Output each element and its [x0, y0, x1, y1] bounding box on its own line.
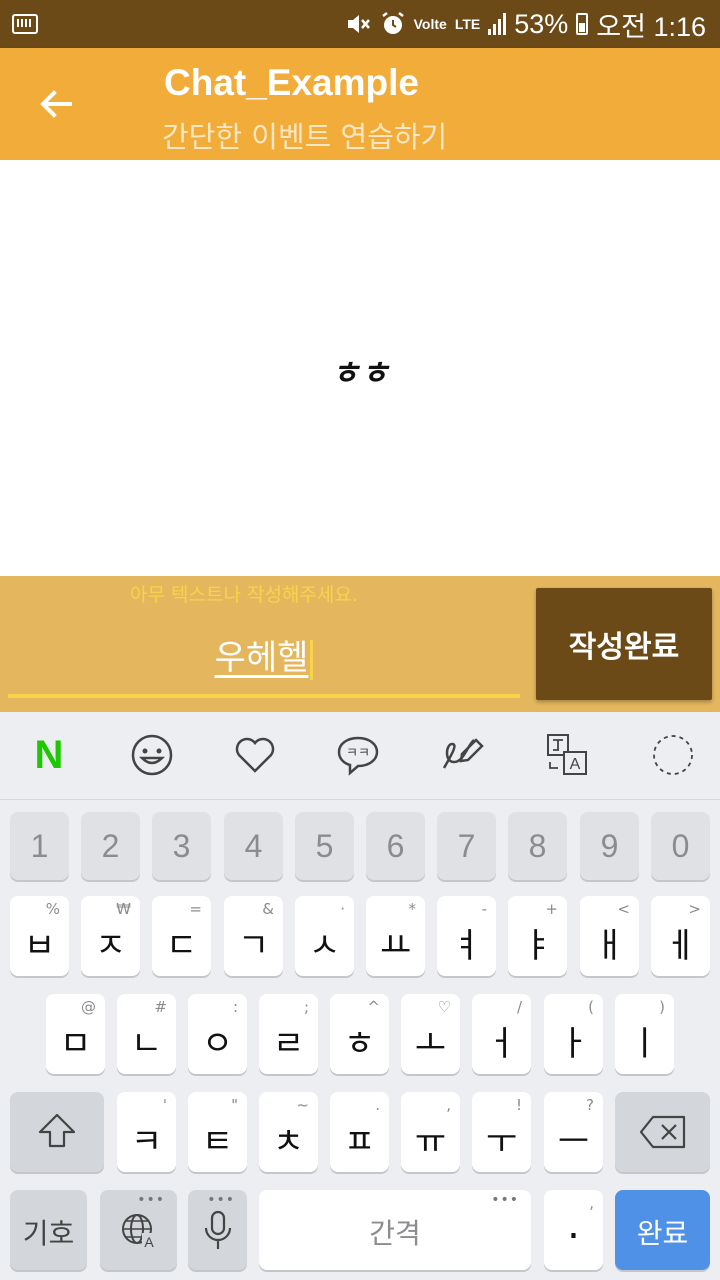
- clock: 오전 1:16: [596, 11, 706, 42]
- key-siot[interactable]: · ㅅ: [295, 896, 354, 976]
- chat-content: ㅎㅎ: [0, 160, 720, 576]
- key-ae[interactable]: < ㅐ: [580, 896, 639, 976]
- circle-icon[interactable]: [650, 732, 696, 778]
- heart-icon[interactable]: [232, 732, 278, 778]
- key-yu[interactable]: ,ㅠ: [401, 1092, 460, 1172]
- input-area: 아무 텍스트나 작성해주세요. 우헤헬 작성완료: [0, 576, 720, 712]
- mute-icon: [347, 15, 370, 33]
- key-9[interactable]: 9: [580, 812, 639, 880]
- more-dots: •••: [207, 1192, 235, 1208]
- key-ieung[interactable]: :ㅇ: [188, 994, 247, 1074]
- battery-icon: [576, 13, 589, 35]
- key-3[interactable]: 3: [152, 812, 211, 880]
- network-label: LTE: [454, 16, 481, 32]
- shift-icon: [38, 1113, 76, 1148]
- key-a[interactable]: (ㅏ: [544, 994, 603, 1074]
- key-digeut[interactable]: = ㄷ: [152, 896, 211, 976]
- key-jieut[interactable]: ₩ ㅈ: [81, 896, 140, 976]
- shift-key[interactable]: [10, 1092, 104, 1172]
- volte-label: Volte: [413, 16, 447, 32]
- key-u[interactable]: ! ㅜ: [472, 1092, 531, 1172]
- key-tieut[interactable]: " ㅌ: [188, 1092, 247, 1172]
- keyboard-notification-icon: [12, 14, 38, 34]
- key-o[interactable]: ♡ ㅗ: [401, 994, 460, 1074]
- key-yo[interactable]: * ㅛ: [366, 896, 425, 976]
- key-6[interactable]: 6: [366, 812, 425, 880]
- language-key[interactable]: ••• A: [100, 1190, 177, 1270]
- status-bar: Volte LTE 53% 오전 1:16: [0, 0, 720, 48]
- alarm-icon: [381, 12, 404, 34]
- svg-text:A: A: [570, 756, 581, 773]
- done-key[interactable]: 완료: [615, 1190, 710, 1270]
- key-e[interactable]: > ㅔ: [651, 896, 710, 976]
- keyboard-toolbar: N ㅋㅋ A: [0, 712, 720, 800]
- key-eu[interactable]: ? ㅡ: [544, 1092, 603, 1172]
- symbols-key[interactable]: 기호: [10, 1190, 87, 1270]
- key-chieut[interactable]: ~ ㅊ: [259, 1092, 318, 1172]
- key-0[interactable]: 0: [651, 812, 710, 880]
- key-1[interactable]: 1: [10, 812, 69, 880]
- key-pieup[interactable]: .ㅍ: [330, 1092, 389, 1172]
- status-icons: Volte LTE 53% 오전 1:16: [346, 8, 706, 42]
- keyboard: 1 2 3 4 5 6 7 8 9 0 % ㅂ ₩ ㅈ = ㄷ & ㄱ · ㅅ * ㅛ -ㅕ…: [0, 800, 720, 1280]
- handwriting-icon[interactable]: [440, 732, 486, 778]
- more-dots: •••: [137, 1192, 165, 1208]
- page-subtitle: 간단한 이벤트 연습하기: [162, 120, 448, 154]
- key-2[interactable]: 2: [81, 812, 140, 880]
- back-arrow-icon[interactable]: [36, 84, 76, 124]
- key-4[interactable]: 4: [224, 812, 283, 880]
- key-eo[interactable]: / ㅓ: [472, 994, 531, 1074]
- key-i[interactable]: ) ㅣ: [615, 994, 674, 1074]
- message-input-value: 우헤헬: [214, 638, 309, 678]
- key-mieum[interactable]: @ ㅁ: [46, 994, 105, 1074]
- key-bieup[interactable]: % ㅂ: [10, 896, 69, 976]
- signal-icon: [488, 13, 507, 35]
- chat-bubble-icon[interactable]: ㅋㅋ: [335, 732, 381, 778]
- globe-icon: A: [122, 1214, 157, 1250]
- input-hint: 아무 텍스트나 작성해주세요.: [130, 584, 358, 606]
- period-key[interactable]: , .: [544, 1190, 603, 1270]
- naver-icon[interactable]: N: [26, 732, 72, 778]
- key-5[interactable]: 5: [295, 812, 354, 880]
- message-input[interactable]: 우헤헬: [8, 612, 520, 698]
- key-rieul[interactable]: ; ㄹ: [259, 994, 318, 1074]
- emoji-icon[interactable]: [129, 732, 175, 778]
- key-nieun[interactable]: # ㄴ: [117, 994, 176, 1074]
- key-kieuk[interactable]: ' ㅋ: [117, 1092, 176, 1172]
- chat-message: ㅎㅎ: [330, 354, 390, 392]
- key-giyeok[interactable]: & ㄱ: [224, 896, 283, 976]
- battery-percent: 53%: [514, 8, 569, 39]
- voice-key[interactable]: •••: [188, 1190, 247, 1270]
- svg-text:ㅋㅋ: ㅋㅋ: [346, 746, 370, 761]
- key-yeo[interactable]: -ㅕ: [437, 896, 496, 976]
- microphone-icon: [204, 1210, 232, 1249]
- key-ya[interactable]: + ㅑ: [508, 896, 567, 976]
- backspace-icon: [639, 1115, 686, 1149]
- key-8[interactable]: 8: [508, 812, 567, 880]
- page-title: Chat_Example: [164, 62, 419, 103]
- key-7[interactable]: 7: [437, 812, 496, 880]
- space-key[interactable]: ••• 간격: [259, 1190, 531, 1270]
- text-caret: [310, 639, 314, 680]
- translate-icon[interactable]: A: [544, 732, 590, 778]
- more-dots: •••: [491, 1192, 519, 1208]
- submit-button[interactable]: 작성완료: [536, 588, 712, 700]
- svg-text:A: A: [144, 1234, 154, 1250]
- app-bar: Chat_Example 간단한 이벤트 연습하기: [0, 48, 720, 160]
- backspace-key[interactable]: [615, 1092, 710, 1172]
- key-hieut[interactable]: ^ ㅎ: [330, 994, 389, 1074]
